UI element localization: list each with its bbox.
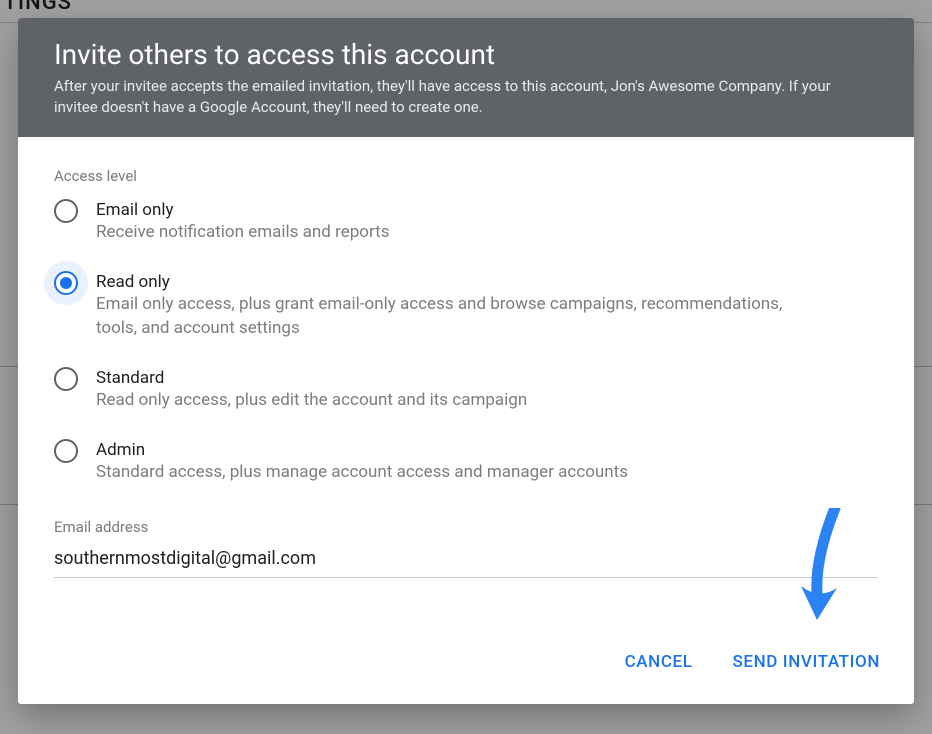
dialog-title: Invite others to access this account	[54, 38, 878, 72]
option-title: Email only	[96, 199, 389, 221]
option-title: Read only	[96, 271, 816, 293]
option-description: Receive notification emails and reports	[96, 221, 389, 245]
radio-text: Email only Receive notification emails a…	[96, 199, 389, 245]
email-address-input[interactable]	[54, 542, 878, 578]
cancel-button[interactable]: CANCEL	[621, 644, 697, 680]
invite-dialog: Invite others to access this account Aft…	[18, 18, 914, 704]
radio-icon[interactable]	[54, 439, 78, 463]
option-description: Standard access, plus manage account acc…	[96, 461, 628, 485]
radio-text: Standard Read only access, plus edit the…	[96, 367, 527, 413]
radio-option-email-only[interactable]: Email only Receive notification emails a…	[54, 199, 878, 245]
send-invitation-button[interactable]: SEND INVITATION	[729, 644, 884, 680]
dialog-subtitle: After your invitee accepts the emailed i…	[54, 76, 874, 120]
dialog-body: Access level Email only Receive notifica…	[18, 137, 914, 626]
radio-text: Read only Email only access, plus grant …	[96, 271, 816, 341]
dialog-header: Invite others to access this account Aft…	[18, 18, 914, 137]
radio-icon[interactable]	[54, 367, 78, 391]
option-description: Email only access, plus grant email-only…	[96, 293, 816, 341]
radio-option-read-only[interactable]: Read only Email only access, plus grant …	[54, 271, 878, 341]
option-title: Standard	[96, 367, 527, 389]
radio-icon[interactable]	[54, 271, 78, 295]
access-level-label: Access level	[54, 167, 878, 185]
dialog-actions: CANCEL SEND INVITATION	[18, 626, 914, 704]
radio-option-standard[interactable]: Standard Read only access, plus edit the…	[54, 367, 878, 413]
option-title: Admin	[96, 439, 628, 461]
radio-icon[interactable]	[54, 199, 78, 223]
email-address-label: Email address	[54, 518, 878, 536]
access-level-radio-group: Email only Receive notification emails a…	[54, 199, 878, 484]
radio-option-admin[interactable]: Admin Standard access, plus manage accou…	[54, 439, 878, 485]
radio-text: Admin Standard access, plus manage accou…	[96, 439, 628, 485]
option-description: Read only access, plus edit the account …	[96, 389, 527, 413]
